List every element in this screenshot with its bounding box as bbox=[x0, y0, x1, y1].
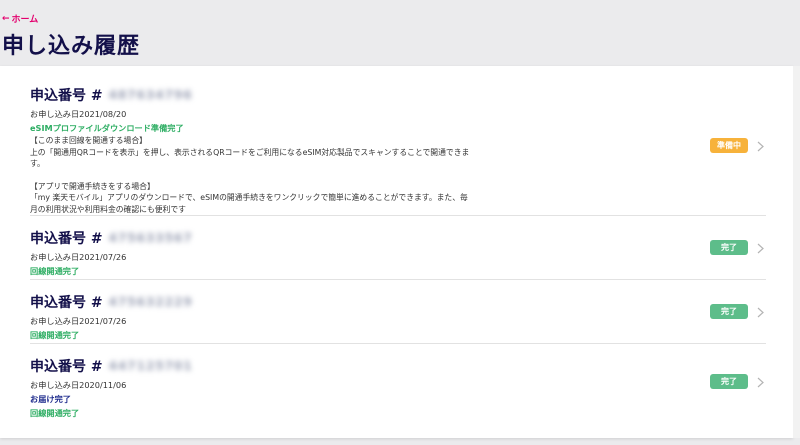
application-status: 回線開通完了 bbox=[30, 330, 80, 340]
application-description: 【このまま回線を開通する場合】 上の「開通用QRコードを表示」を押し、表示される… bbox=[30, 135, 470, 215]
scrollbar-track[interactable] bbox=[793, 66, 800, 438]
description-line: 上の「開通用QRコードを表示」を押し、表示されるQRコードをご利用になるeSIM… bbox=[30, 147, 470, 169]
application-list: 申込番号 # 487634796 お申し込み日2021/08/20 eSIMプロ… bbox=[30, 66, 766, 424]
application-number: 申込番号 # 475633567 bbox=[30, 228, 766, 248]
status-badge: 準備中 bbox=[710, 138, 748, 153]
description-line: 「my 楽天モバイル」アプリのダウンロードで、eSIMの開通手続きをワンクリック… bbox=[30, 193, 468, 214]
description-line: 【アプリで開通手続きをする場合】 bbox=[30, 181, 155, 191]
status-badge: 完了 bbox=[710, 374, 748, 389]
application-item[interactable]: 申込番号 # 447125701 お申し込み日2020/11/06 お届け完了 … bbox=[30, 344, 766, 424]
application-date: お申し込み日2021/07/26 bbox=[30, 252, 127, 262]
page-title: 申し込み履歴 bbox=[2, 34, 141, 59]
chevron-right-icon[interactable] bbox=[754, 242, 766, 254]
chevron-right-icon[interactable] bbox=[754, 140, 766, 152]
application-number-label: 申込番号 # bbox=[30, 88, 103, 104]
application-number: 申込番号 # 487634796 bbox=[30, 85, 766, 105]
application-number-label: 申込番号 # bbox=[30, 231, 103, 247]
application-status: 回線開通完了 bbox=[30, 408, 80, 418]
home-link-label: ホーム bbox=[11, 15, 39, 25]
application-item[interactable]: 申込番号 # 475633567 お申し込み日2021/07/26 回線開通完了… bbox=[30, 216, 766, 280]
status-badge: 完了 bbox=[710, 240, 748, 255]
application-number-label: 申込番号 # bbox=[30, 295, 103, 311]
arrow-left-icon: ← bbox=[2, 13, 10, 24]
application-number-masked: 447125701 bbox=[108, 359, 193, 373]
application-list-panel: 申込番号 # 487634796 お申し込み日2021/08/20 eSIMプロ… bbox=[0, 66, 793, 438]
description-line: 【このまま回線を開通する場合】 bbox=[30, 136, 147, 145]
delivery-status: お届け完了 bbox=[30, 394, 71, 404]
application-number: 申込番号 # 447125701 bbox=[30, 356, 766, 376]
application-date: お申し込み日2021/08/20 bbox=[30, 109, 127, 119]
application-number-masked: 487634796 bbox=[108, 88, 193, 102]
status-badge: 完了 bbox=[710, 304, 748, 319]
application-number-masked: 475632229 bbox=[108, 295, 193, 309]
application-number-label: 申込番号 # bbox=[30, 359, 103, 375]
application-date: お申し込み日2020/11/06 bbox=[30, 380, 127, 390]
chevron-right-icon[interactable] bbox=[754, 306, 766, 318]
home-link[interactable]: ← ホーム bbox=[2, 12, 39, 26]
application-item[interactable]: 申込番号 # 475632229 お申し込み日2021/07/26 回線開通完了… bbox=[30, 280, 766, 344]
application-item[interactable]: 申込番号 # 487634796 お申し込み日2021/08/20 eSIMプロ… bbox=[30, 66, 766, 216]
application-date: お申し込み日2021/07/26 bbox=[30, 316, 127, 326]
application-status: eSIMプロファイルダウンロード準備完了 bbox=[30, 123, 184, 133]
application-number: 申込番号 # 475632229 bbox=[30, 292, 766, 312]
application-number-masked: 475633567 bbox=[108, 231, 193, 245]
chevron-right-icon[interactable] bbox=[754, 376, 766, 388]
application-status: 回線開通完了 bbox=[30, 266, 80, 276]
